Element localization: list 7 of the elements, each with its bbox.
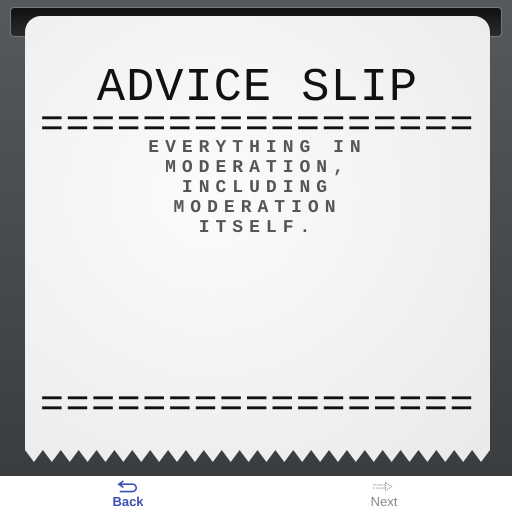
back-arrow-icon (117, 480, 139, 492)
back-button[interactable]: Back (0, 476, 256, 512)
divider-line: ================= (40, 396, 476, 418)
slip-title: ADVICE SLIP (96, 62, 418, 116)
divider-line: ================= (40, 116, 476, 138)
next-arrow-icon (373, 480, 395, 492)
advice-text: EVERYTHING IN MODERATION, INCLUDING MODERATION ITSELF. (147, 138, 368, 238)
